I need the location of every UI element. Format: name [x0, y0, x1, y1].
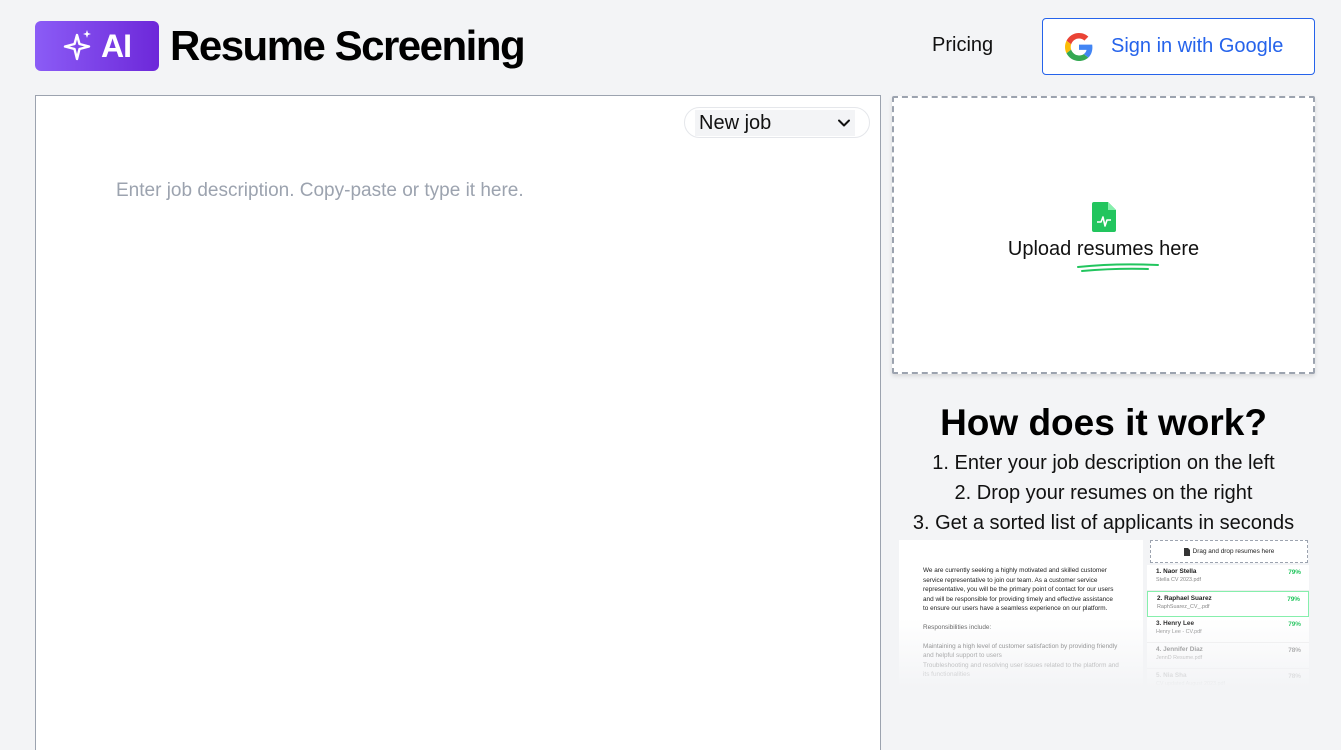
- preview-paragraph: Maintaining a high level of customer sat…: [923, 642, 1118, 660]
- logo-ai-text: AI: [101, 27, 132, 64]
- upload-underline-decoration: [1077, 263, 1159, 272]
- preview-applicant-row: 3. Henry Lee Henry Lee - CV.pdf 79%: [1147, 617, 1309, 643]
- how-step: 1. Enter your job description on the lef…: [932, 452, 1275, 474]
- preview-applicant-score: 79%: [1288, 621, 1301, 628]
- preview-applicant-row: 4. Jennifer Diaz JennD Resume.pdf 78%: [1147, 643, 1309, 669]
- preview-paragraph: We are currently seeking a highly motiva…: [923, 567, 1114, 613]
- job-select[interactable]: New job: [695, 110, 855, 136]
- preview-applicant-name: 2. Raphael Suarez: [1157, 595, 1212, 602]
- preview-applicant-row: 2. Raphael Suarez RaphSuarez_CV_.pdf 79%: [1147, 591, 1309, 617]
- preview-applicant-score: 79%: [1287, 596, 1300, 603]
- preview-applicant-row: 1. Naor Stella Stella CV 2023.pdf 79%: [1147, 565, 1309, 591]
- preview-applicant-file: JennD Resume.pdf: [1156, 655, 1203, 661]
- file-icon: [1183, 547, 1190, 556]
- job-description-input[interactable]: [116, 180, 836, 740]
- preview-applicant-file: CV updated August 2023.pdf: [1156, 681, 1225, 687]
- logo-badge[interactable]: AI: [35, 21, 159, 71]
- preview-applicant-file: Henry Lee - CV.pdf: [1156, 629, 1202, 635]
- preview-paragraph: Responsibilities include:: [923, 623, 992, 631]
- file-spreadsheet-icon: [1092, 202, 1116, 232]
- preview-applicant-name: 5. Nia Sha: [1156, 672, 1187, 679]
- sign-in-google-button[interactable]: Sign in with Google: [1042, 18, 1315, 75]
- how-step: 2. Drop your resumes on the right: [954, 482, 1253, 504]
- job-description-panel: New job: [35, 95, 881, 750]
- sparkles-icon: [63, 30, 91, 61]
- upload-label: Upload resumes here: [1007, 238, 1200, 260]
- sign-in-google-label: Sign in with Google: [1111, 35, 1284, 57]
- preview-applicant-file: RaphSuarez_CV_.pdf: [1157, 604, 1210, 610]
- preview-applicant-name: 4. Jennifer Diaz: [1156, 646, 1203, 653]
- preview-applicant-name: 1. Naor Stella: [1156, 568, 1197, 575]
- google-g-icon: [1065, 32, 1093, 61]
- job-select-wrapper: New job: [684, 107, 870, 138]
- nav-pricing-link[interactable]: Pricing: [932, 34, 993, 57]
- page-title: Resume Screening: [170, 22, 526, 69]
- preview-applicant-score: 79%: [1288, 569, 1301, 576]
- resume-upload-dropzone[interactable]: Upload resumes here: [892, 96, 1315, 374]
- demo-preview-image: We are currently seeking a highly motiva…: [899, 538, 1310, 688]
- how-step: 3. Get a sorted list of applicants in se…: [912, 512, 1295, 534]
- how-it-works-title: How does it work?: [940, 402, 1267, 443]
- preview-applicant-row: 5. Nia Sha CV updated August 2023.pdf 78…: [1147, 669, 1309, 688]
- preview-applicant-file: Stella CV 2023.pdf: [1156, 577, 1201, 583]
- preview-job-description: We are currently seeking a highly motiva…: [899, 540, 1143, 688]
- preview-applicant-list: 1. Naor Stella Stella CV 2023.pdf 79% 2.…: [1147, 565, 1309, 688]
- preview-applicant-score: 78%: [1288, 673, 1301, 680]
- how-it-works-steps: 1. Enter your job description on the lef…: [892, 448, 1315, 538]
- preview-applicant-name: 3. Henry Lee: [1156, 620, 1195, 627]
- job-select-value: New job: [699, 111, 772, 134]
- preview-drop-label: Drag and drop resumes here: [1192, 548, 1275, 555]
- preview-dropzone: Drag and drop resumes here: [1150, 540, 1308, 563]
- preview-applicant-score: 78%: [1288, 647, 1301, 654]
- preview-paragraph: Troubleshooting and resolving user issue…: [923, 661, 1119, 679]
- chevron-down-icon: [838, 119, 850, 127]
